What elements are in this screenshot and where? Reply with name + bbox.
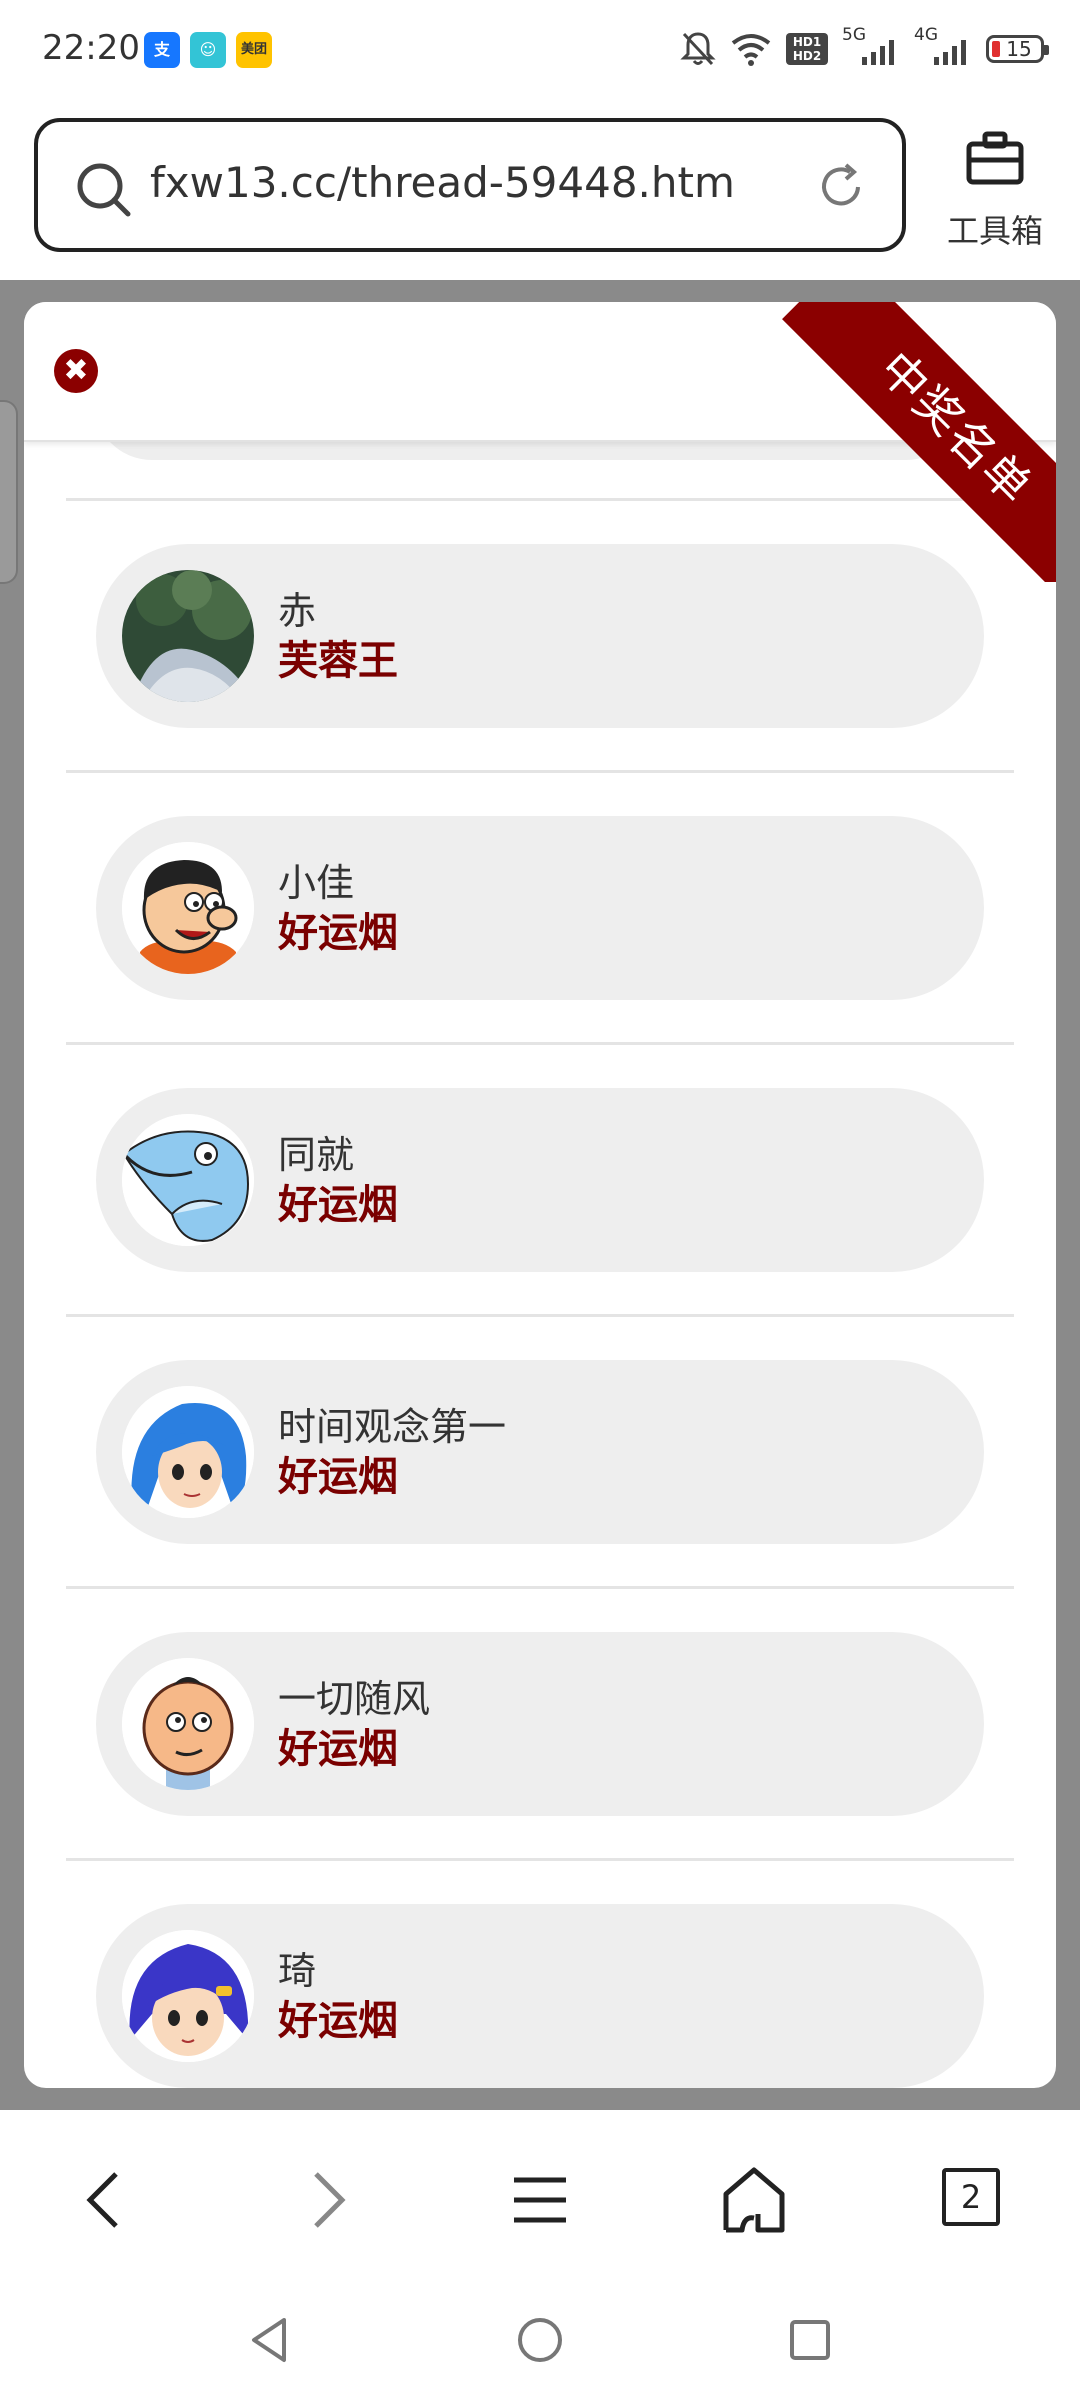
winner-name: 时间观念第一 bbox=[278, 1405, 507, 1449]
divider bbox=[66, 770, 1014, 773]
winner-item: 小佳 好运烟 bbox=[96, 816, 984, 1000]
winner-item: 琦 好运烟 bbox=[96, 1904, 984, 2088]
purple-hair-girl-avatar bbox=[122, 1930, 254, 2062]
wifi-icon bbox=[731, 34, 771, 66]
photo-avatar bbox=[122, 570, 254, 702]
bell-off-icon bbox=[680, 32, 716, 66]
winner-name: 同就 bbox=[278, 1133, 355, 1177]
winner-prize: 好运烟 bbox=[278, 1182, 398, 1228]
divider bbox=[66, 1586, 1014, 1589]
tab-count: 2 bbox=[942, 2168, 1000, 2226]
forward-button[interactable] bbox=[286, 2160, 366, 2240]
system-back-button[interactable] bbox=[240, 2310, 300, 2370]
toolbox-label: 工具箱 bbox=[946, 212, 1043, 250]
winner-item: 时间观念第一 好运烟 bbox=[96, 1360, 984, 1544]
system-nav-bar bbox=[0, 2280, 1080, 2400]
winners-modal: 赤 芙蓉王 小佳 好运烟 同就 好运烟 时间观念第一 好运烟 一切随风 好运烟 … bbox=[24, 302, 1056, 2088]
chat-app-icon: ☺ bbox=[190, 32, 226, 68]
signal-icon bbox=[862, 40, 894, 65]
divider bbox=[66, 1042, 1014, 1045]
page-edge-handle bbox=[0, 400, 18, 584]
winner-prize: 好运烟 bbox=[278, 1998, 398, 2044]
home-icon bbox=[723, 2167, 785, 2233]
winner-prize: 芙蓉王 bbox=[278, 638, 398, 684]
winner-prize: 好运烟 bbox=[278, 910, 398, 956]
cartoon-man-avatar bbox=[122, 842, 254, 974]
winners-ribbon: 中奖名单 bbox=[776, 302, 1056, 582]
meituan-icon: 美团 bbox=[236, 32, 272, 68]
back-button[interactable] bbox=[66, 2160, 146, 2240]
menu-button[interactable] bbox=[500, 2160, 580, 2240]
divider bbox=[66, 1858, 1014, 1861]
winner-name: 赤 bbox=[278, 589, 317, 633]
battery-level: 15 bbox=[1006, 37, 1032, 61]
browser-bottom-nav: 2 bbox=[0, 2110, 1080, 2280]
home-button[interactable] bbox=[714, 2160, 794, 2240]
winner-name: 小佳 bbox=[278, 861, 355, 905]
blue-hair-girl-avatar bbox=[122, 1386, 254, 1518]
battery-icon: 15 bbox=[986, 35, 1049, 63]
signal-5g: 5G bbox=[842, 25, 900, 69]
status-bar: 22:20 支 ☺ 美团 HD1 HD2 5G 4G 15 bbox=[0, 0, 1080, 100]
square-recents-icon bbox=[790, 2320, 830, 2360]
tabs-button[interactable]: 2 bbox=[934, 2160, 1014, 2240]
triangle-back-icon bbox=[252, 2318, 286, 2362]
search-icon bbox=[77, 163, 131, 217]
winner-prize: 好运烟 bbox=[278, 1454, 398, 1500]
winner-item: 同就 好运烟 bbox=[96, 1088, 984, 1272]
status-indicators: HD1 HD2 5G 4G 15 bbox=[680, 25, 1049, 72]
bald-boy-avatar bbox=[122, 1658, 254, 1790]
reload-icon[interactable] bbox=[814, 160, 868, 214]
signal-icon bbox=[934, 40, 966, 65]
winner-name: 琦 bbox=[278, 1949, 317, 1993]
system-recents-button[interactable] bbox=[780, 2310, 840, 2370]
close-icon[interactable]: ✖ bbox=[54, 349, 98, 393]
chevron-left-icon bbox=[86, 2172, 118, 2228]
address-bar[interactable]: fxw13.cc/thread-59448.htm bbox=[34, 118, 906, 252]
winner-name: 一切随风 bbox=[278, 1677, 431, 1721]
toolbox-icon bbox=[966, 131, 1024, 185]
browser-toolbar: fxw13.cc/thread-59448.htm 工具箱 bbox=[0, 100, 1080, 280]
signal-4g: 4G bbox=[914, 25, 972, 69]
ribbon-label: 中奖名单 bbox=[782, 302, 1056, 582]
status-time: 22:20 bbox=[42, 28, 140, 68]
dolphin-avatar bbox=[122, 1114, 254, 1246]
hd-badge: HD1 HD2 bbox=[786, 33, 828, 65]
winner-prize: 好运烟 bbox=[278, 1726, 398, 1772]
menu-icon bbox=[514, 2177, 566, 2223]
system-home-button[interactable] bbox=[510, 2310, 570, 2370]
chevron-right-icon bbox=[314, 2172, 346, 2228]
circle-home-icon bbox=[518, 2318, 562, 2362]
winner-item: 一切随风 好运烟 bbox=[96, 1632, 984, 1816]
divider bbox=[66, 1314, 1014, 1317]
toolbox-button[interactable]: 工具箱 bbox=[940, 130, 1050, 250]
url-text[interactable]: fxw13.cc/thread-59448.htm bbox=[150, 158, 735, 207]
alipay-icon: 支 bbox=[144, 32, 180, 68]
